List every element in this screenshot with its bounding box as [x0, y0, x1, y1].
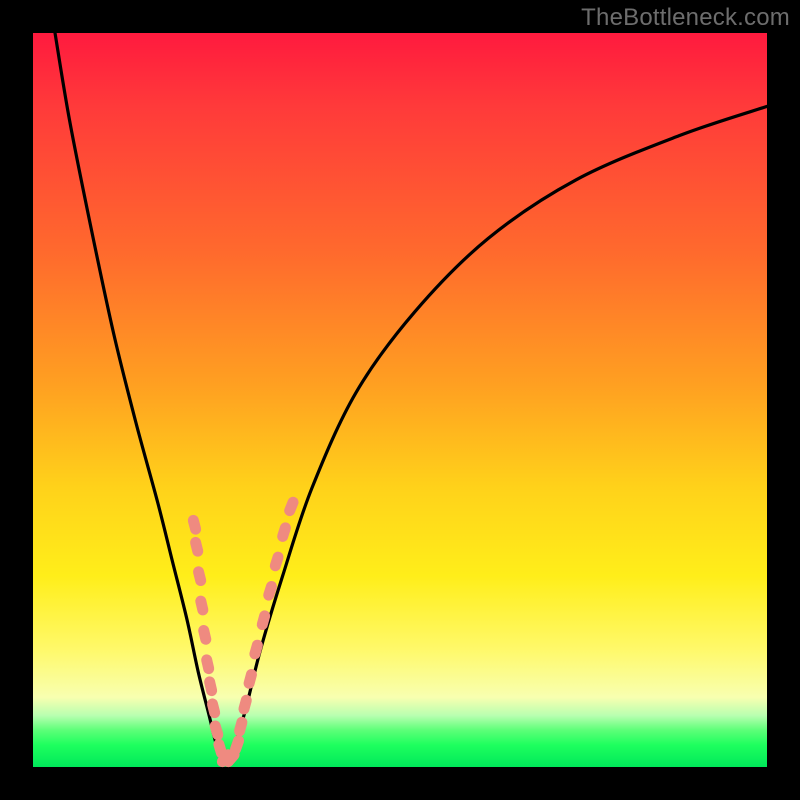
- curve-layer: [33, 33, 767, 767]
- marker-lozenge: [192, 565, 208, 587]
- marker-lozenge: [233, 716, 249, 738]
- marker-lozenge: [194, 595, 209, 617]
- marker-lozenge: [203, 675, 218, 697]
- marker-lozenge: [187, 514, 203, 536]
- marker-lozenge: [283, 495, 301, 518]
- chart-frame: TheBottleneck.com: [0, 0, 800, 800]
- marker-lozenge: [200, 653, 215, 675]
- marker-lozenge: [276, 521, 293, 543]
- marker-lozenge: [237, 694, 253, 716]
- curve-markers: [187, 495, 301, 769]
- marker-lozenge: [256, 609, 272, 631]
- bottleneck-curve: [55, 33, 767, 761]
- watermark-text: TheBottleneck.com: [581, 4, 790, 32]
- marker-lozenge: [197, 624, 212, 646]
- marker-lozenge: [189, 536, 205, 558]
- plot-area: [33, 33, 767, 767]
- marker-lozenge: [268, 550, 285, 572]
